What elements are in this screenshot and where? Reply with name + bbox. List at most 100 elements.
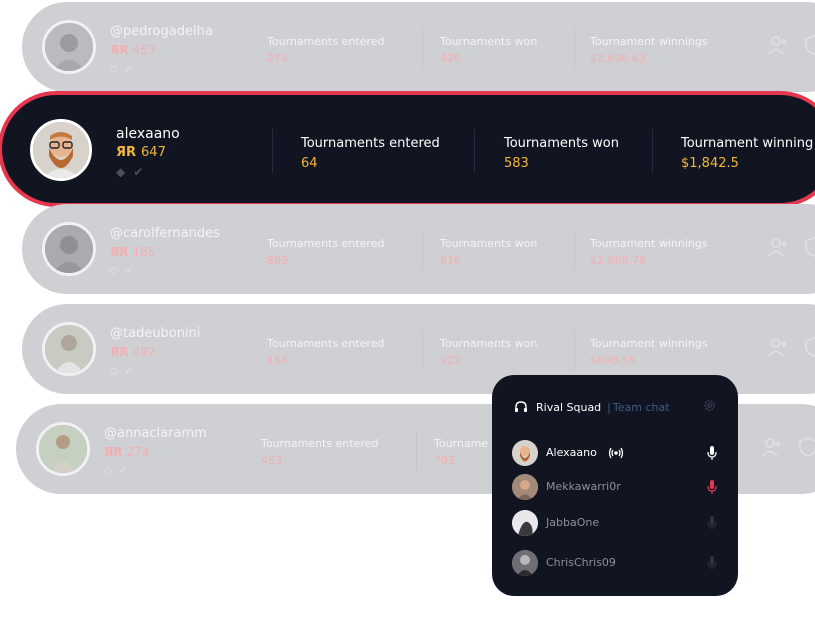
stat-winnings: Tournament winnings $698.55	[590, 337, 708, 367]
stat-label: Tournaments entered	[267, 237, 385, 250]
stat-label: Tournament winning	[681, 136, 814, 151]
broadcast-icon	[608, 446, 624, 460]
mic-icon[interactable]	[706, 445, 718, 461]
rating-value: 492	[132, 345, 156, 359]
stat-label: Tourname	[434, 437, 489, 450]
stat-value: $2,696.63	[590, 52, 646, 65]
stat-label: Tournament winnings	[590, 35, 708, 48]
stat-value: 274	[267, 52, 288, 65]
shield-icon[interactable]	[796, 436, 815, 460]
avatar	[512, 510, 538, 536]
username: alexaano	[116, 126, 180, 142]
username: @pedrogadelha	[110, 24, 213, 39]
stat-value: $698.55	[590, 354, 636, 367]
stat-label: Tournaments won	[440, 237, 538, 250]
avatar	[42, 322, 96, 376]
check-icon: ✓	[124, 364, 140, 377]
shield-icon: ◆	[116, 165, 134, 179]
avatar	[512, 550, 538, 576]
rating-logo: ЯR	[116, 145, 137, 160]
username: @annaclaramm	[104, 426, 207, 441]
check-icon: ✓	[124, 264, 140, 277]
shield-icon: ◇	[104, 464, 119, 477]
stat-won: Tournaments won 583	[504, 136, 619, 171]
shield-icon[interactable]	[802, 34, 815, 58]
member-name: Alexaano	[546, 446, 597, 459]
rating: ЯR 274	[104, 445, 149, 459]
badges: ◆✔	[116, 165, 151, 179]
check-icon: ✔	[133, 165, 152, 179]
badges: ◇✓	[110, 264, 140, 277]
stat-value: 816	[440, 254, 461, 267]
shield-icon[interactable]	[802, 236, 815, 260]
avatar	[512, 474, 538, 500]
stat-entered: Tournaments entered 274	[267, 35, 384, 65]
rating-value: 647	[141, 145, 166, 160]
stat-value: $1,842.5	[681, 156, 739, 171]
rating: ЯR 647	[116, 145, 166, 160]
divider	[652, 129, 653, 173]
member-name: JabbaOne	[546, 516, 600, 529]
chat-member[interactable]: JabbaOne	[512, 510, 718, 536]
divider	[422, 230, 423, 270]
stat-label: Tournaments won	[504, 136, 619, 151]
username: @tadeubonini	[110, 326, 201, 341]
stat-winnings: Tournament winning $1,842.5	[681, 136, 813, 171]
player-row[interactable]: @carolfernandes ЯR 185 ◇✓ Tournaments ent…	[22, 204, 815, 294]
chat-member[interactable]: Mekkawarri0r	[512, 474, 718, 500]
mic-icon[interactable]	[706, 515, 718, 531]
mic-icon[interactable]	[706, 555, 718, 571]
add-user-icon[interactable]	[766, 34, 790, 58]
chat-header: Rival Squad | Team chat	[514, 400, 670, 414]
divider	[474, 129, 475, 173]
divider	[272, 129, 273, 173]
rating: ЯR 185	[110, 245, 155, 259]
rating: ЯR 492	[110, 345, 155, 359]
member-name: ChrisChris09	[546, 556, 616, 569]
avatar	[42, 20, 96, 74]
divider	[574, 230, 575, 270]
chat-member[interactable]: ChrisChris09	[512, 550, 718, 576]
badges: ◇✓	[110, 364, 140, 377]
add-user-icon[interactable]	[766, 336, 790, 360]
stat-won: Tournaments won 922	[440, 337, 537, 367]
rating-value: 185	[132, 245, 156, 259]
stat-entered: Tournaments entered 453	[261, 437, 378, 467]
stat-value: 883	[267, 254, 288, 267]
stat-label: Tournaments won	[440, 337, 538, 350]
stat-label: Tournaments entered	[267, 35, 385, 48]
divider	[574, 330, 575, 370]
username: @carolfernandes	[110, 226, 220, 241]
tab-team-chat[interactable]: Team chat	[613, 401, 670, 414]
stat-won: Tournaments won 426	[440, 35, 537, 65]
stat-label: Tournaments entered	[301, 136, 440, 151]
player-row-active[interactable]: alexaano ЯR 647 ◆✔ Tournaments entered 64 …	[0, 91, 815, 207]
stat-value: 583	[504, 156, 529, 171]
divider	[574, 28, 575, 68]
divider	[422, 28, 423, 68]
shield-icon: ◇	[110, 264, 125, 277]
badges: ◇✓	[104, 464, 134, 477]
stat-entered: Tournaments entered 154	[267, 337, 384, 367]
stat-winnings: Tournament winnings $2,868.78	[590, 237, 708, 267]
stat-value: $2,868.78	[590, 254, 646, 267]
mic-muted-icon[interactable]	[706, 479, 718, 495]
add-user-icon[interactable]	[760, 436, 784, 460]
stat-value: 426	[440, 52, 461, 65]
rating-logo: ЯR	[110, 345, 129, 359]
stat-entered: Tournaments entered 883	[267, 237, 384, 267]
divider	[422, 330, 423, 370]
avatar	[30, 119, 92, 181]
shield-icon: ◇	[110, 62, 125, 75]
headset-icon	[514, 400, 528, 414]
stat-label: Tournament winnings	[590, 337, 708, 350]
add-user-icon[interactable]	[766, 236, 790, 260]
chat-member[interactable]: Alexaano	[512, 440, 718, 466]
rating-value: 453	[132, 43, 156, 57]
shield-icon[interactable]	[802, 336, 815, 360]
player-row[interactable]: @pedrogadelha ЯR 453 ◇✓ Tournaments enter…	[22, 2, 815, 92]
stat-value: 703	[434, 454, 455, 467]
gear-icon[interactable]	[703, 399, 716, 412]
check-icon: ✓	[118, 464, 134, 477]
avatar	[36, 422, 90, 476]
